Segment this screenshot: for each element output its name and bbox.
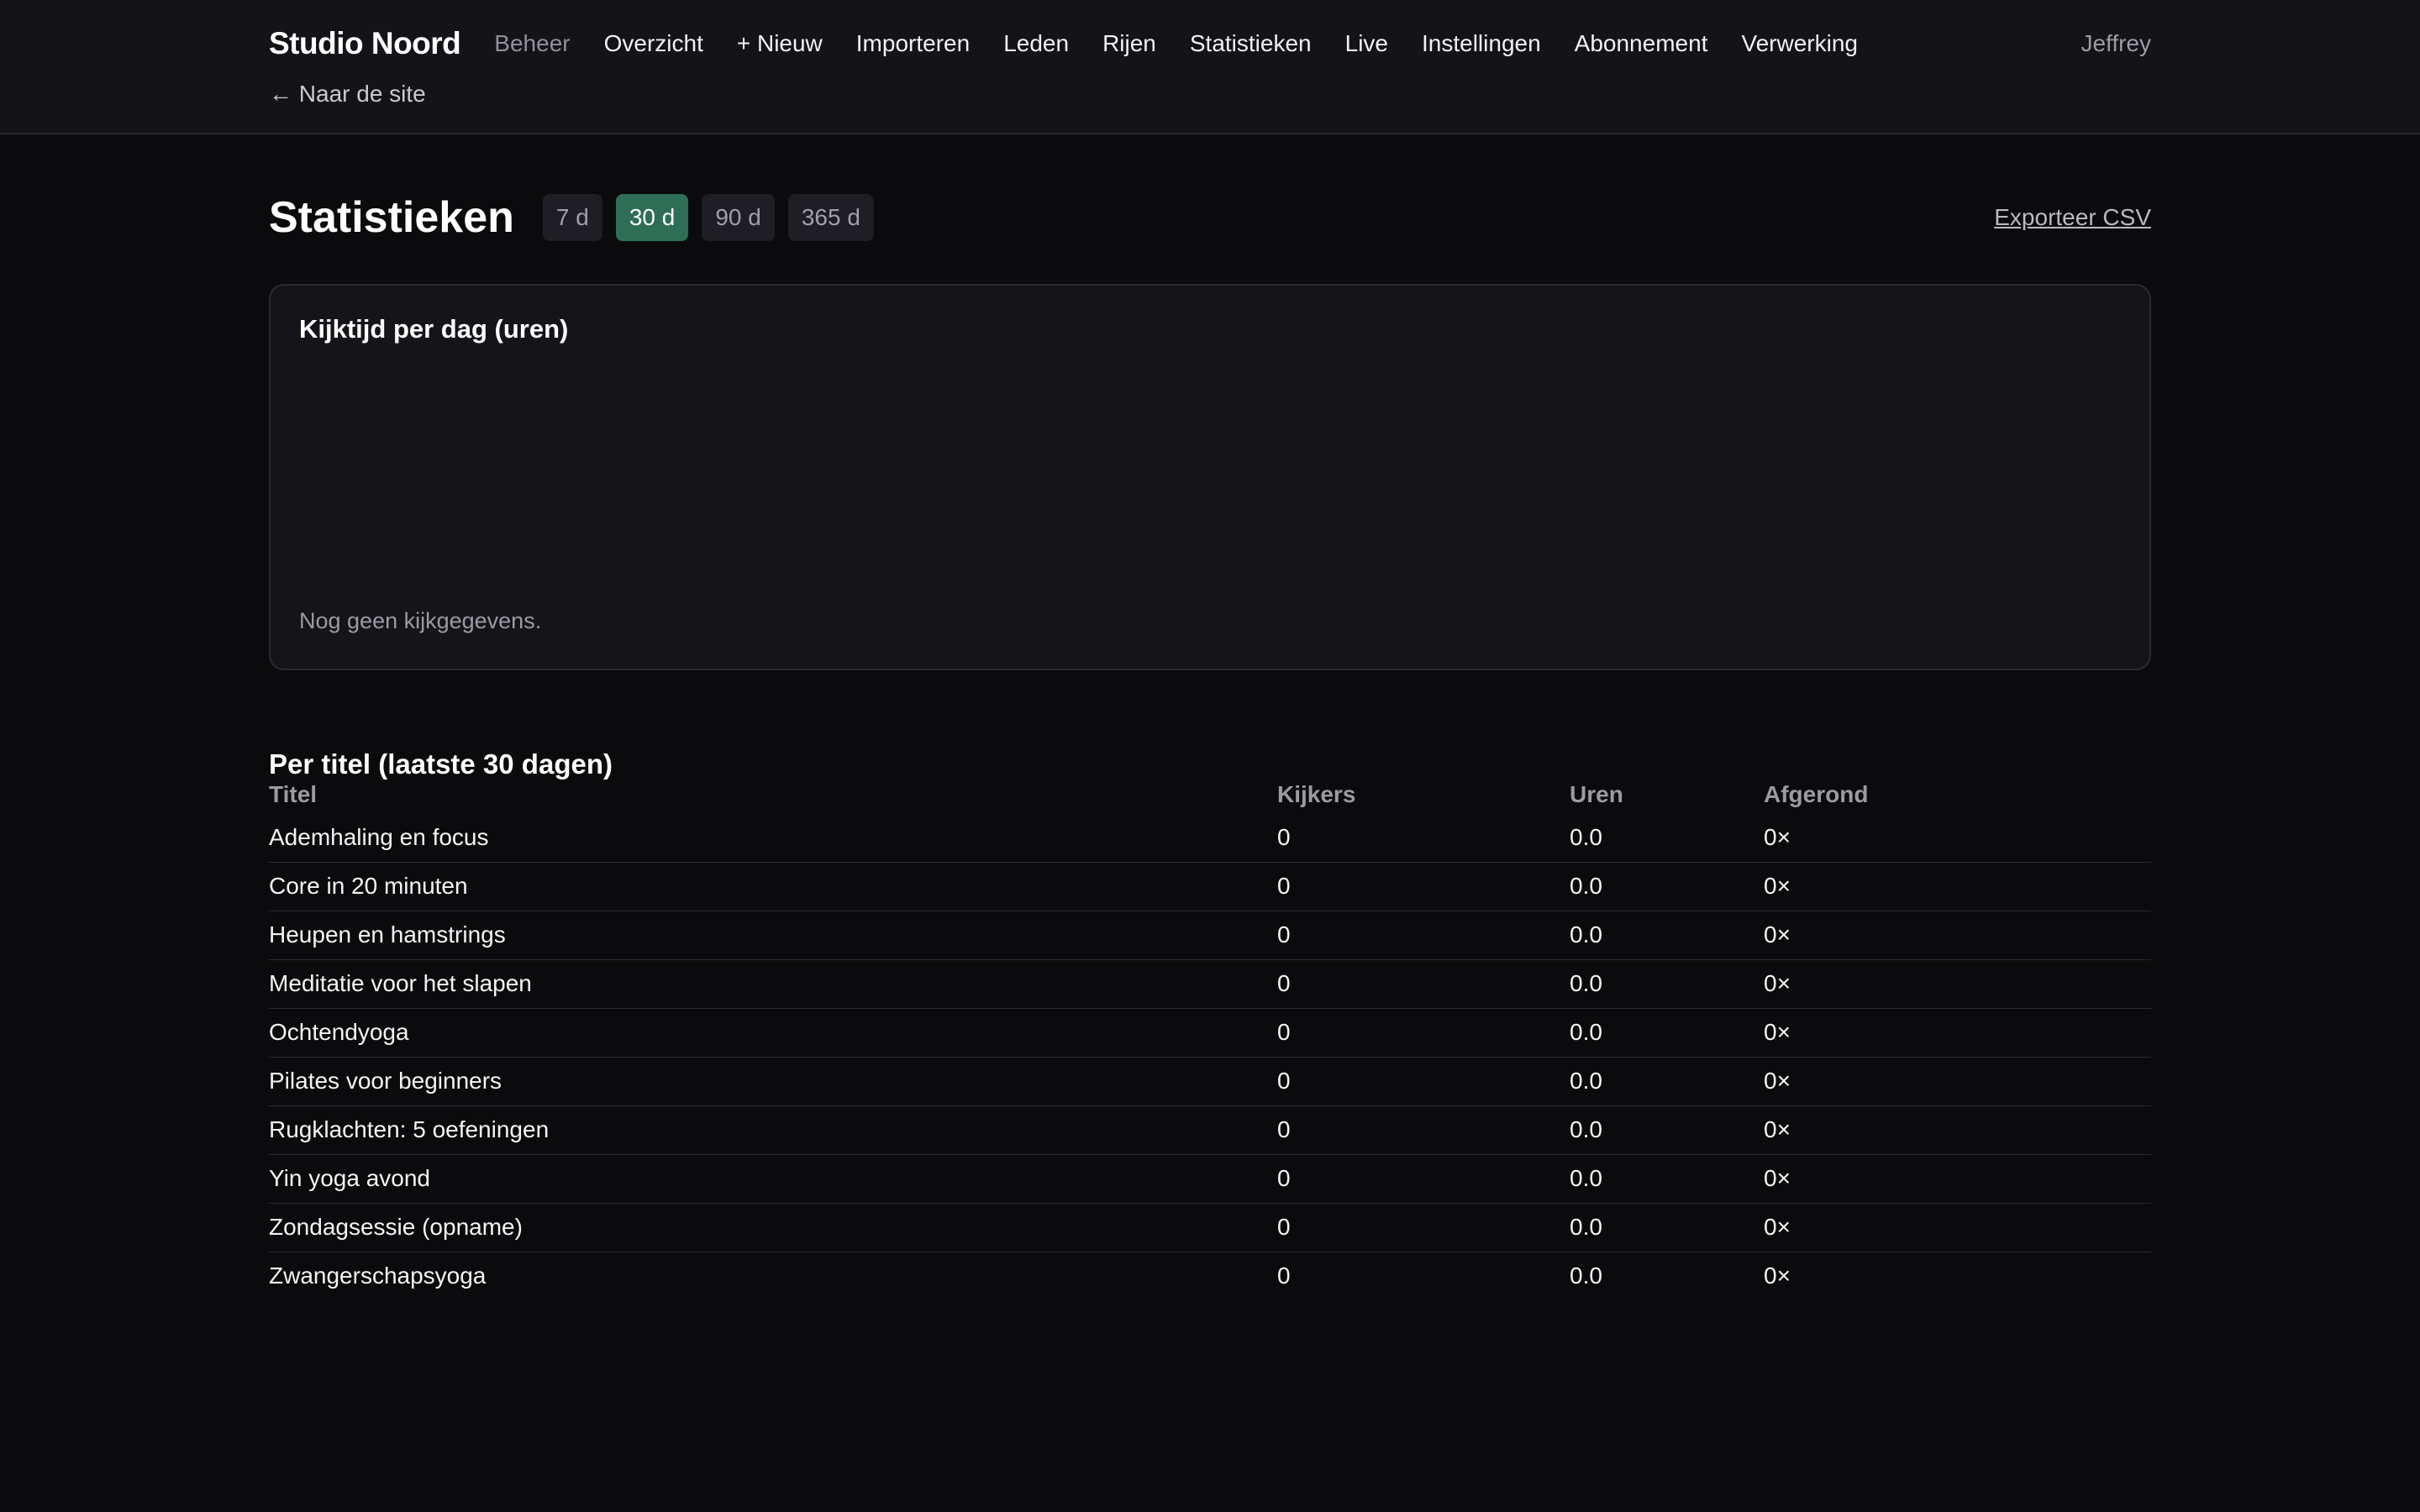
cell-titel: Meditatie voor het slapen — [269, 959, 1277, 1009]
table-row[interactable]: Zondagsessie (opname) 0 0.0 0× — [269, 1203, 2151, 1252]
nav-item-live[interactable]: Live — [1345, 30, 1388, 57]
cell-titel: Core in 20 minuten — [269, 862, 1277, 911]
nav-item-instellingen[interactable]: Instellingen — [1422, 30, 1541, 57]
watch-time-chart — [299, 366, 2123, 576]
cell-kijkers: 0 — [1277, 1057, 1570, 1106]
table-row[interactable]: Core in 20 minuten 0 0.0 0× — [269, 862, 2151, 911]
cell-titel: Ochtendyoga — [269, 1008, 1277, 1058]
nav-item-nieuw[interactable]: + Nieuw — [737, 30, 823, 57]
nav-row: Studio Noord Beheer Overzicht + Nieuw Im… — [269, 22, 2151, 66]
column-header-titel[interactable]: Titel — [269, 776, 1277, 813]
cell-kijkers: 0 — [1277, 1203, 1570, 1252]
cell-kijkers: 0 — [1277, 1154, 1570, 1204]
cell-afgerond: 0× — [1764, 911, 2151, 960]
cell-titel: Ademhaling en focus — [269, 813, 1277, 863]
nav-item-abonnement[interactable]: Abonnement — [1575, 30, 1708, 57]
table-row[interactable]: Ochtendyoga 0 0.0 0× — [269, 1008, 2151, 1058]
cell-afgerond: 0× — [1764, 1154, 2151, 1204]
cell-kijkers: 0 — [1277, 1105, 1570, 1155]
cell-uren: 0.0 — [1570, 959, 1764, 1009]
cell-titel: Zwangerschapsyoga — [269, 1263, 487, 1289]
cell-afgerond: 0× — [1764, 1008, 2151, 1058]
top-navigation-bar: Studio Noord Beheer Overzicht + Nieuw Im… — [0, 0, 2420, 134]
cell-uren: 0.0 — [1570, 1203, 1764, 1252]
cell-uren: 0.0 — [1570, 862, 1764, 911]
nav-item-verwerking[interactable]: Verwerking — [1741, 30, 1858, 57]
cell-uren: 0.0 — [1570, 813, 1764, 863]
watch-time-chart-card: Kijktijd per dag (uren) Nog geen kijkgeg… — [269, 284, 2151, 670]
cell-uren: 0.0 — [1570, 1154, 1764, 1204]
brand-logo[interactable]: Studio Noord — [269, 26, 461, 61]
cell-kijkers: 0 — [1277, 911, 1570, 960]
nav-item-rijen[interactable]: Rijen — [1102, 30, 1156, 57]
cell-afgerond: 0× — [1764, 1203, 2151, 1252]
cell-kijkers: 0 — [1277, 959, 1570, 1009]
chart-title: Kijktijd per dag (uren) — [299, 314, 569, 344]
user-name[interactable]: Jeffrey — [2081, 30, 2151, 57]
cell-uren: 0.0 — [1570, 1057, 1764, 1106]
range-selector: 7 d 30 d 90 d 365 d — [542, 194, 874, 241]
cell-afgerond: 0× — [1764, 959, 2151, 1009]
nav-item-importeren[interactable]: Importeren — [856, 30, 970, 57]
cell-titel: Yin yoga avond — [269, 1154, 1277, 1204]
chart-empty-message: Nog geen kijkgegevens. — [299, 608, 542, 633]
nav-item-statistieken[interactable]: Statistieken — [1190, 30, 1312, 57]
nav-section-label: Beheer — [494, 30, 571, 56]
cell-afgerond: 0× — [1764, 1057, 2151, 1106]
cell-kijkers: 0 — [1277, 1008, 1570, 1058]
back-to-site-link[interactable]: ← Naar de site — [269, 81, 426, 108]
cell-titel: Rugklachten: 5 oefeningen — [269, 1105, 1277, 1155]
column-header-uren[interactable]: Uren — [1570, 776, 1764, 813]
table-header-row: Titel Kijkers Uren Afgerond — [269, 776, 2151, 813]
table-row[interactable]: Rugklachten: 5 oefeningen 0 0.0 0× — [269, 1105, 2151, 1155]
table-row[interactable]: Heupen en hamstrings 0 0.0 0× — [269, 911, 2151, 960]
range-button-7d[interactable]: 7 d — [542, 194, 602, 241]
cell-titel: Heupen en hamstrings — [269, 911, 1277, 960]
cell-afgerond: 0× — [1764, 1263, 1791, 1289]
table-row[interactable]: Yin yoga avond 0 0.0 0× — [269, 1154, 2151, 1204]
cell-uren: 0.0 — [1570, 1105, 1764, 1155]
nav-item-overzicht[interactable]: Overzicht — [604, 30, 703, 57]
range-button-90d[interactable]: 90 d — [702, 194, 775, 241]
table-row[interactable]: Pilates voor beginners 0 0.0 0× — [269, 1057, 2151, 1106]
cell-uren: 0.0 — [1570, 911, 1764, 960]
range-button-365d[interactable]: 365 d — [787, 194, 874, 241]
cell-afgerond: 0× — [1764, 862, 2151, 911]
per-title-table: Titel Kijkers Uren Afgerond Ademhaling e… — [269, 776, 2151, 1300]
cell-kijkers: 0 — [1277, 862, 1570, 911]
nav-item-leden[interactable]: Leden — [1003, 30, 1069, 57]
table-row[interactable]: Ademhaling en focus 0 0.0 0× — [269, 813, 2151, 863]
cell-uren: 0.0 — [1570, 1008, 1764, 1058]
page-header: Statistieken 7 d 30 d 90 d 365 d Exporte… — [269, 193, 2151, 242]
cell-kijkers: 0 — [1277, 1263, 1291, 1289]
range-button-30d[interactable]: 30 d — [615, 194, 689, 241]
main-nav: Beheer Overzicht + Nieuw Importeren Lede… — [494, 30, 1858, 57]
column-header-afgerond[interactable]: Afgerond — [1764, 776, 2151, 813]
table-row[interactable]: Meditatie voor het slapen 0 0.0 0× — [269, 959, 2151, 1009]
cell-kijkers: 0 — [1277, 813, 1570, 863]
column-header-kijkers[interactable]: Kijkers — [1277, 776, 1570, 813]
page-title: Statistieken — [269, 193, 514, 242]
export-csv-link[interactable]: Exporteer CSV — [1994, 204, 2151, 231]
cell-uren: 0.0 — [1570, 1263, 1602, 1289]
table-row[interactable]: Zwangerschapsyoga 0 0.0 0× — [269, 1252, 2151, 1300]
cell-titel: Zondagsessie (opname) — [269, 1203, 1277, 1252]
cell-afgerond: 0× — [1764, 813, 2151, 863]
cell-afgerond: 0× — [1764, 1105, 2151, 1155]
cell-titel: Pilates voor beginners — [269, 1057, 1277, 1106]
